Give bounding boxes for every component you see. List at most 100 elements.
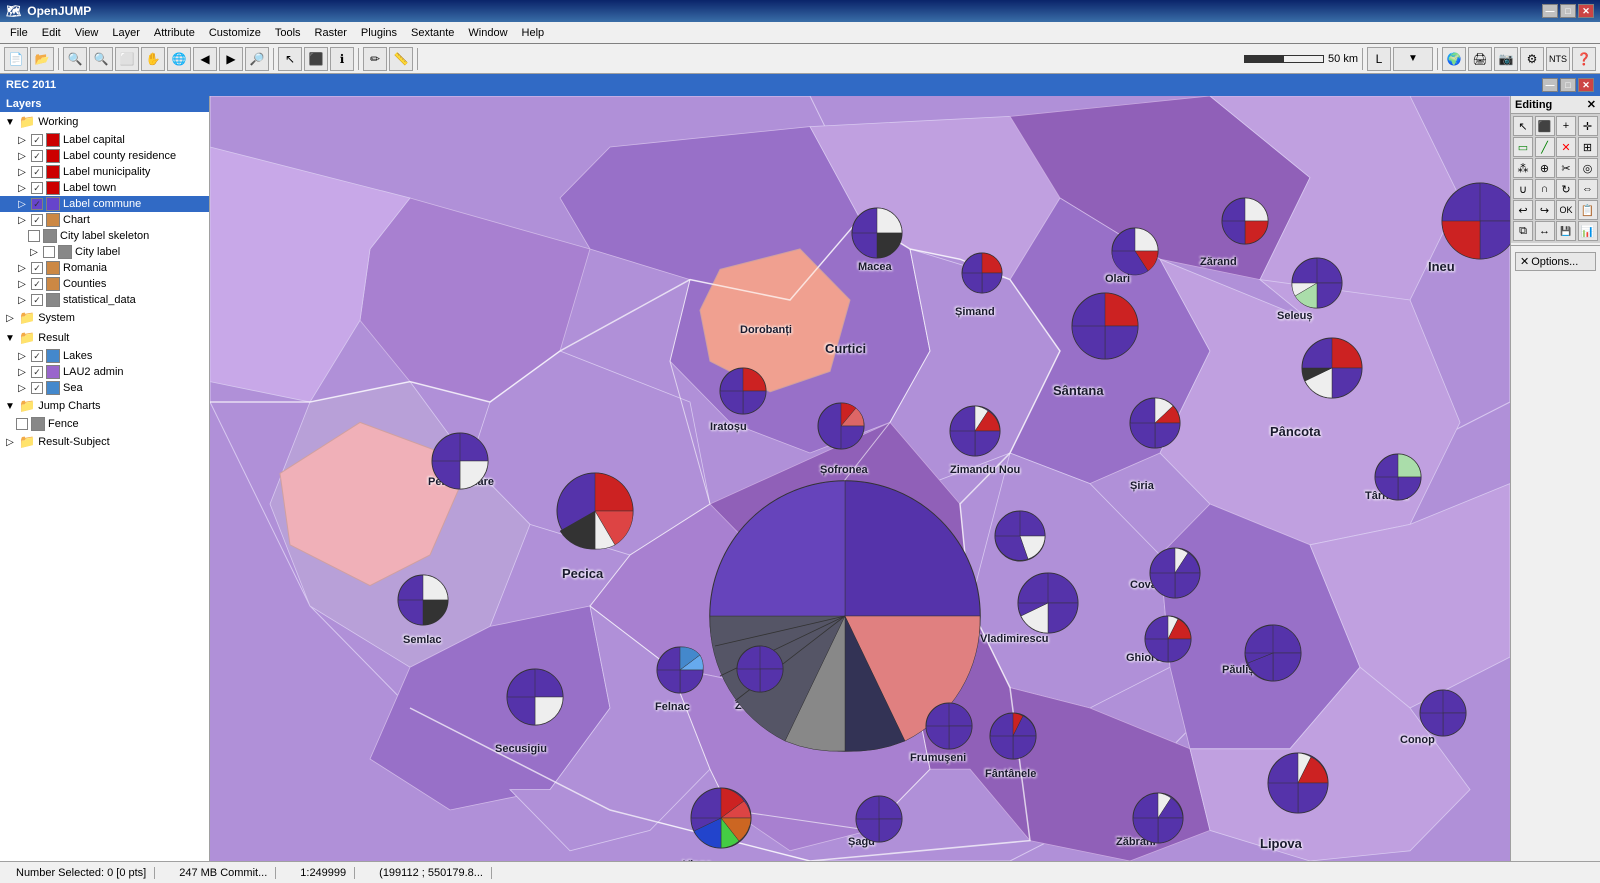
inner-minimize[interactable]: — <box>1542 78 1558 92</box>
jump-charts-header[interactable]: ▼ 📁 Jump Charts <box>0 396 209 416</box>
inner-maximize[interactable]: □ <box>1560 78 1576 92</box>
result-group-header[interactable]: ▼ 📁 Result <box>0 328 209 348</box>
edit-redo[interactable]: ↪ <box>1535 200 1555 220</box>
edit-paste[interactable]: 📋 <box>1578 200 1598 220</box>
edit-merge[interactable]: ⊕ <box>1535 158 1555 178</box>
edit-delete[interactable]: ✕ <box>1556 137 1576 157</box>
layer-statistical[interactable]: ▷ statistical_data <box>0 292 209 308</box>
layer-label-capital[interactable]: ▷ Label capital <box>0 132 209 148</box>
minimize-button[interactable]: — <box>1542 4 1558 18</box>
print-button[interactable]: 🖨 <box>1468 47 1492 71</box>
layer-fence[interactable]: Fence <box>0 416 209 432</box>
checkbox-label-town[interactable] <box>31 182 43 194</box>
nts-button[interactable]: NTS <box>1546 47 1570 71</box>
edit-split[interactable]: ✂ <box>1556 158 1576 178</box>
layer-style-button[interactable]: L <box>1367 47 1391 71</box>
checkbox-counties[interactable] <box>31 278 43 290</box>
edit-move[interactable]: ✛ <box>1578 116 1598 136</box>
new-button[interactable]: 📄 <box>4 47 28 71</box>
menu-view[interactable]: View <box>69 25 105 41</box>
checkbox-label-capital[interactable] <box>31 134 43 146</box>
layer-lakes[interactable]: ▷ Lakes <box>0 348 209 364</box>
edit-rotate[interactable]: ↻ <box>1556 179 1576 199</box>
edit-add-vertex[interactable]: + <box>1556 116 1576 136</box>
menu-raster[interactable]: Raster <box>309 25 353 41</box>
checkbox-statistical[interactable] <box>31 294 43 306</box>
zoom-prev-button[interactable]: ◀ <box>193 47 217 71</box>
editing-close-button[interactable]: ✕ <box>1587 98 1596 111</box>
menu-layer[interactable]: Layer <box>106 25 146 41</box>
edit-button[interactable]: ✏ <box>363 47 387 71</box>
checkbox-lau2[interactable] <box>31 366 43 378</box>
checkbox-sea[interactable] <box>31 382 43 394</box>
menu-window[interactable]: Window <box>462 25 513 41</box>
edit-intersect[interactable]: ∩ <box>1535 179 1555 199</box>
result-subject-header[interactable]: ▷ 📁 Result-Subject <box>0 432 209 452</box>
zoom-full-button[interactable]: 🌐 <box>167 47 191 71</box>
edit-union[interactable]: ∪ <box>1513 179 1533 199</box>
checkbox-lakes[interactable] <box>31 350 43 362</box>
checkbox-city-label[interactable] <box>43 246 55 258</box>
menu-edit[interactable]: Edit <box>36 25 67 41</box>
edit-explode[interactable]: ⁂ <box>1513 158 1533 178</box>
layer-label-county[interactable]: ▷ Label county residence <box>0 148 209 164</box>
edit-snap[interactable]: ⊞ <box>1578 137 1598 157</box>
zoom-next-button[interactable]: ▶ <box>219 47 243 71</box>
menu-sextante[interactable]: Sextante <box>405 25 460 41</box>
inner-close[interactable]: ✕ <box>1578 78 1594 92</box>
edit-commit[interactable]: OK <box>1556 200 1576 220</box>
edit-draw-line[interactable]: ╱ <box>1535 137 1555 157</box>
menu-help[interactable]: Help <box>516 25 551 41</box>
layer-label-town[interactable]: ▷ Label town <box>0 180 209 196</box>
edit-select-fence[interactable]: ⬛ <box>1535 116 1555 136</box>
close-button[interactable]: ✕ <box>1578 4 1594 18</box>
menu-file[interactable]: File <box>4 25 34 41</box>
options-button[interactable]: ✕ Options... <box>1515 252 1596 271</box>
menu-tools[interactable]: Tools <box>269 25 307 41</box>
zoom-select-button[interactable]: 🔎 <box>245 47 269 71</box>
layer-dropdown[interactable]: ▼ <box>1393 47 1433 71</box>
zoom-in-button[interactable]: 🔍 <box>63 47 87 71</box>
system-group-header[interactable]: ▷ 📁 System <box>0 308 209 328</box>
select-fence-button[interactable]: ⬛ <box>304 47 328 71</box>
layer-city-label[interactable]: ▷ City label <box>0 244 209 260</box>
edit-buffer[interactable]: ◎ <box>1578 158 1598 178</box>
maximize-button[interactable]: □ <box>1560 4 1576 18</box>
menu-attribute[interactable]: Attribute <box>148 25 201 41</box>
working-group-header[interactable]: ▼ 📁 Working <box>0 112 209 132</box>
edit-scale[interactable]: ⇔ <box>1578 179 1598 199</box>
globe-button[interactable]: 🌍 <box>1442 47 1466 71</box>
edit-copy[interactable]: ⧉ <box>1513 221 1533 241</box>
help-button[interactable]: ❓ <box>1572 47 1596 71</box>
snapshot-button[interactable]: 📷 <box>1494 47 1518 71</box>
layer-lau2[interactable]: ▷ LAU2 admin <box>0 364 209 380</box>
menu-customize[interactable]: Customize <box>203 25 267 41</box>
zoom-rect-button[interactable]: ⬜ <box>115 47 139 71</box>
measure-button[interactable]: 📏 <box>389 47 413 71</box>
layer-counties[interactable]: ▷ Counties <box>0 276 209 292</box>
checkbox-label-county[interactable] <box>31 150 43 162</box>
layer-city-skeleton[interactable]: City label skeleton <box>0 228 209 244</box>
select-button[interactable]: ↖ <box>278 47 302 71</box>
checkbox-fence[interactable] <box>16 418 28 430</box>
settings-button[interactable]: ⚙ <box>1520 47 1544 71</box>
map-area[interactable]: Curtici Macea Dorobanți Iratoșu Șofronea… <box>210 96 1510 861</box>
edit-undo[interactable]: ↩ <box>1513 200 1533 220</box>
menu-plugins[interactable]: Plugins <box>355 25 403 41</box>
layer-label-municipality[interactable]: ▷ Label municipality <box>0 164 209 180</box>
edit-save[interactable]: 💾 <box>1556 221 1576 241</box>
zoom-out-button[interactable]: 🔍 <box>89 47 113 71</box>
layer-chart[interactable]: ▷ Chart <box>0 212 209 228</box>
checkbox-label-commune[interactable] <box>31 198 43 210</box>
layer-sea[interactable]: ▷ Sea <box>0 380 209 396</box>
edit-properties[interactable]: 📊 <box>1578 221 1598 241</box>
checkbox-romania[interactable] <box>31 262 43 274</box>
layer-romania[interactable]: ▷ Romania <box>0 260 209 276</box>
checkbox-chart[interactable] <box>31 214 43 226</box>
checkbox-label-municipality[interactable] <box>31 166 43 178</box>
open-button[interactable]: 📂 <box>30 47 54 71</box>
checkbox-city-skeleton[interactable] <box>28 230 40 242</box>
layer-label-commune[interactable]: ▷ Label commune <box>0 196 209 212</box>
edit-flip[interactable]: ↔ <box>1535 221 1555 241</box>
pan-button[interactable]: ✋ <box>141 47 165 71</box>
